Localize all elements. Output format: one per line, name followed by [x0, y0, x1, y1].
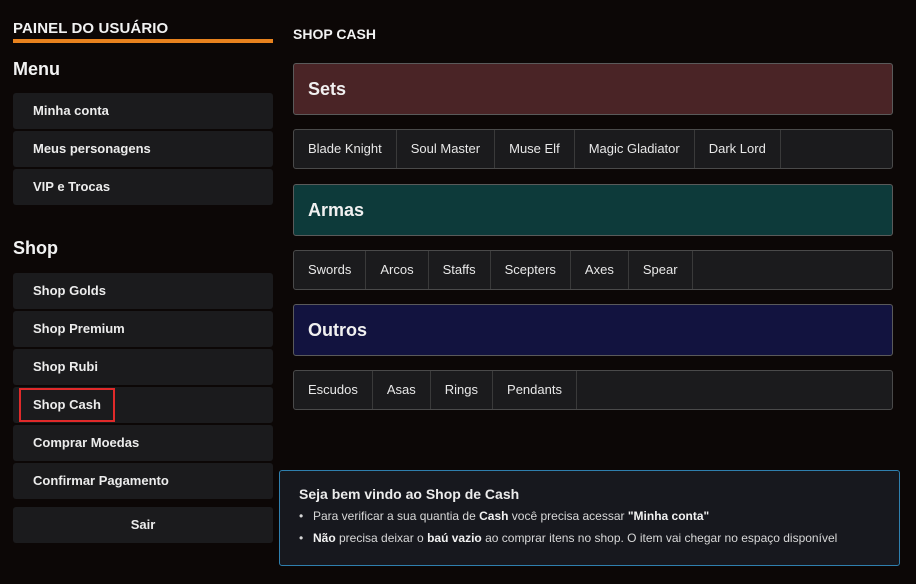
category-header-outros: Outros: [293, 304, 893, 356]
main-content: SHOP CASH Sets Blade Knight Soul Master …: [293, 26, 893, 410]
page: PAINEL DO USUÁRIO Menu Minha conta Meus …: [0, 0, 916, 584]
sidebar-item-shop-cash[interactable]: Shop Cash: [13, 387, 273, 423]
tab-magic-gladiator[interactable]: Magic Gladiator: [575, 130, 695, 168]
sidebar-item-shop-rubi[interactable]: Shop Rubi: [13, 349, 273, 385]
tab-swords[interactable]: Swords: [294, 251, 367, 289]
bullet: •: [299, 509, 304, 523]
panel-title: PAINEL DO USUÁRIO: [13, 20, 273, 43]
category-header-sets: Sets: [293, 63, 893, 115]
tab-soul-master[interactable]: Soul Master: [397, 130, 496, 168]
sidebar-item-vip-e-trocas[interactable]: VIP e Trocas: [13, 169, 273, 205]
tab-escudos[interactable]: Escudos: [294, 371, 373, 409]
sidebar-item-label: Minha conta: [33, 103, 109, 118]
sidebar-item-shop-golds[interactable]: Shop Golds: [13, 273, 273, 309]
sidebar-item-minha-conta[interactable]: Minha conta: [13, 93, 273, 129]
info-title: Seja bem vindo ao Shop de Cash: [299, 486, 520, 502]
info-bold-text: baú vazio: [427, 531, 482, 545]
info-bold-text: Cash: [479, 509, 509, 523]
sidebar-item-label: Meus personagens: [33, 141, 151, 156]
info-text: Para verificar a sua quantia de: [313, 509, 480, 523]
sidebar-item-label: Shop Cash: [19, 388, 115, 422]
info-bold-text: "Minha conta": [627, 509, 710, 523]
tab-rings[interactable]: Rings: [431, 371, 494, 409]
info-box: Seja bem vindo ao Shop de Cash • Para ver…: [279, 470, 900, 566]
page-title: SHOP CASH: [293, 26, 376, 42]
shop-section-title: Shop: [13, 238, 58, 258]
sidebar-item-label: Shop Rubi: [33, 359, 98, 374]
sidebar-item-meus-personagens[interactable]: Meus personagens: [13, 131, 273, 167]
tab-arcos[interactable]: Arcos: [366, 251, 429, 289]
bullet: •: [299, 531, 304, 545]
tab-blade-knight[interactable]: Blade Knight: [294, 130, 397, 168]
info-text: você precisa acessar: [508, 509, 628, 523]
tabs-outros: Escudos Asas Rings Pendants: [293, 370, 893, 410]
tab-muse-elf[interactable]: Muse Elf: [495, 130, 575, 168]
tab-dark-lord[interactable]: Dark Lord: [695, 130, 781, 168]
sidebar-item-label: Comprar Moedas: [33, 435, 140, 450]
sidebar-item-comprar-moedas[interactable]: Comprar Moedas: [13, 425, 273, 461]
menu-section-title: Menu: [13, 59, 60, 79]
tab-pendants[interactable]: Pendants: [493, 371, 577, 409]
tab-spear[interactable]: Spear: [629, 251, 693, 289]
sidebar: PAINEL DO USUÁRIO Menu Minha conta Meus …: [13, 20, 273, 543]
info-line-cash: • Para verificar a sua quantia de Cash vo…: [299, 508, 880, 524]
category-header-armas: Armas: [293, 184, 893, 236]
logout-button[interactable]: Sair: [13, 507, 273, 543]
sidebar-item-label: Shop Golds: [33, 283, 106, 298]
info-line-bau: • Não precisa deixar o baú vazio ao compr…: [299, 530, 880, 546]
info-text: precisa deixar o: [335, 531, 428, 545]
sidebar-item-label: Shop Premium: [33, 321, 125, 336]
tab-staffs[interactable]: Staffs: [429, 251, 491, 289]
info-bold-text: Não: [313, 531, 336, 545]
tab-axes[interactable]: Axes: [571, 251, 629, 289]
sidebar-item-shop-premium[interactable]: Shop Premium: [13, 311, 273, 347]
sidebar-item-confirmar-pagamento[interactable]: Confirmar Pagamento: [13, 463, 273, 499]
tab-scepters[interactable]: Scepters: [491, 251, 571, 289]
tabs-sets: Blade Knight Soul Master Muse Elf Magic …: [293, 129, 893, 169]
tabs-armas: Swords Arcos Staffs Scepters Axes Spear: [293, 250, 893, 290]
sidebar-item-label: VIP e Trocas: [33, 179, 111, 194]
sidebar-item-label: Confirmar Pagamento: [33, 473, 169, 488]
info-text: ao comprar itens no shop. O item vai che…: [481, 531, 838, 545]
tab-asas[interactable]: Asas: [373, 371, 431, 409]
